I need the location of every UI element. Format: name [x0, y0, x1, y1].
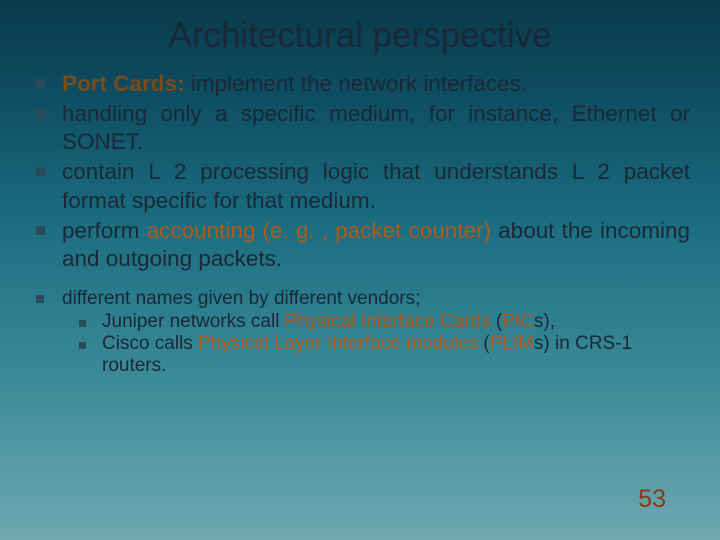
bullet-icon — [62, 333, 102, 377]
bullet-icon — [18, 217, 62, 273]
list-item: Port Cards: implement the network interf… — [18, 70, 690, 98]
bullet-icon — [18, 70, 62, 98]
bullet-text: Cisco calls Physical Layer Interface mod… — [102, 333, 690, 377]
sub-bullet-list: different names given by different vendo… — [18, 287, 690, 311]
bullet-icon — [18, 100, 62, 156]
text-fragment: Cisco calls — [102, 333, 198, 354]
bullet-text: perform accounting (e. g. , packet count… — [62, 217, 690, 273]
page-number: 53 — [638, 485, 666, 514]
text-fragment: ( — [491, 311, 503, 332]
highlight-pic-full: Physical Interface Cards — [285, 311, 491, 332]
bullet-text: contain L 2 processing logic that unders… — [62, 158, 690, 214]
list-item: perform accounting (e. g. , packet count… — [18, 217, 690, 273]
bullet-text: Juniper networks call Physical Interface… — [102, 311, 690, 333]
bullet-text: Port Cards: implement the network interf… — [62, 70, 690, 98]
highlight-pic: PIC — [502, 311, 534, 332]
text-fragment: perform — [62, 218, 147, 243]
list-item: handling only a specific medium, for ins… — [18, 100, 690, 156]
text-fragment: implement the network interfaces. — [185, 71, 528, 96]
slide-content: Port Cards: implement the network interf… — [0, 70, 720, 377]
bullet-text: different names given by different vendo… — [62, 287, 690, 311]
highlight-plim-full: Physical Layer Interface modules — [198, 333, 478, 354]
main-bullet-list: Port Cards: implement the network interf… — [18, 70, 690, 273]
term-port-cards: Port Cards: — [62, 71, 185, 96]
list-item: contain L 2 processing logic that unders… — [18, 158, 690, 214]
nested-bullet-list: Juniper networks call Physical Interface… — [62, 311, 690, 377]
text-fragment: Juniper networks call — [102, 311, 285, 332]
list-item: different names given by different vendo… — [18, 287, 690, 311]
bullet-icon — [18, 158, 62, 214]
list-item: Juniper networks call Physical Interface… — [62, 311, 690, 333]
sub-section: different names given by different vendo… — [18, 287, 690, 377]
bullet-icon — [62, 311, 102, 333]
bullet-icon — [18, 287, 62, 311]
list-item: Cisco calls Physical Layer Interface mod… — [62, 333, 690, 377]
text-fragment: s), — [534, 311, 555, 332]
text-fragment: ( — [478, 333, 490, 354]
highlight-accounting: accounting (e. g. , packet counter) — [147, 218, 491, 243]
bullet-text: handling only a specific medium, for ins… — [62, 100, 690, 156]
slide-title: Architectural perspective — [0, 0, 720, 70]
highlight-plim: PLIM — [490, 333, 534, 354]
